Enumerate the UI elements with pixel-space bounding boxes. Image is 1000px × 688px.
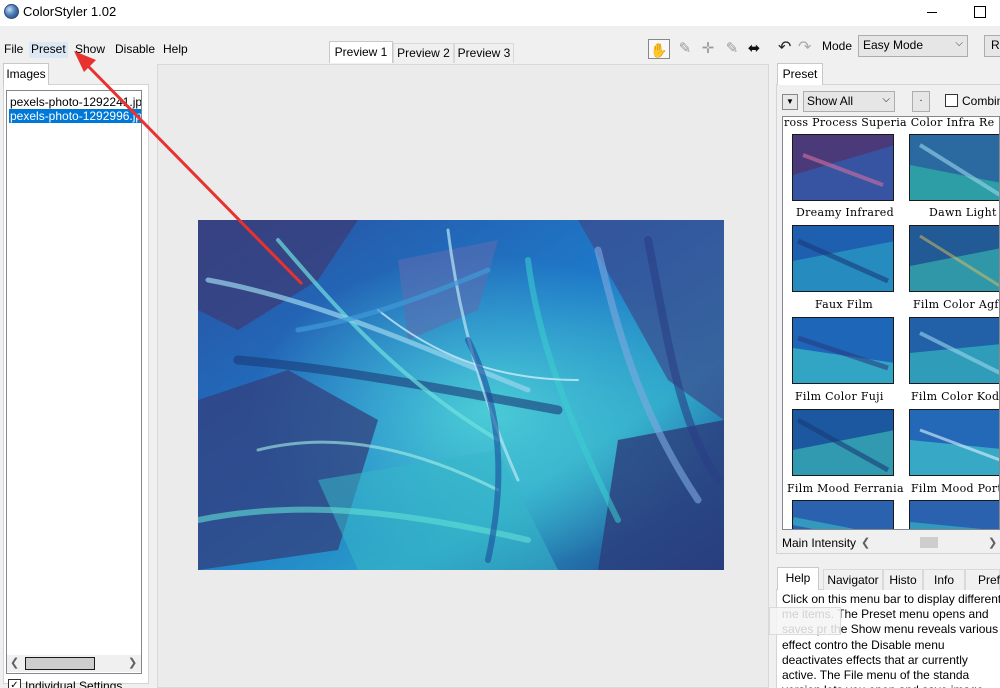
scroll-right-icon[interactable]: ❯ bbox=[988, 535, 997, 551]
tab-preview-3[interactable]: Preview 3 bbox=[454, 43, 514, 63]
preset-name: Film Color Kod bbox=[911, 390, 1000, 403]
preset-name: Film Mood Ferrania bbox=[787, 482, 904, 495]
mode-select[interactable]: Easy Mode ⌵ bbox=[858, 35, 968, 57]
chevron-down-icon: ⌵ bbox=[955, 38, 963, 49]
horizontal-scrollbar[interactable]: ❮ ❯ bbox=[7, 655, 141, 672]
reset-button[interactable]: R bbox=[984, 35, 1000, 57]
preset-filter-select[interactable]: Show All ⌵ bbox=[803, 91, 895, 112]
preset-name: Film Color Fuji bbox=[795, 390, 884, 403]
slider-thumb[interactable] bbox=[920, 537, 938, 548]
tab-preview-2[interactable]: Preview 2 bbox=[393, 43, 454, 63]
scroll-left-icon[interactable]: ❮ bbox=[10, 655, 19, 672]
scrollbar-thumb[interactable] bbox=[25, 657, 95, 670]
tab-navigator[interactable]: Navigator bbox=[823, 569, 883, 590]
menu-preset[interactable]: Preset bbox=[29, 42, 68, 58]
preset-option-button[interactable]: · bbox=[912, 91, 930, 112]
individual-settings-label: Individual Settings bbox=[25, 679, 123, 688]
file-list[interactable]: pexels-photo-1292241.jpg pexels-photo-12… bbox=[6, 90, 142, 674]
tab-images[interactable]: Images bbox=[3, 63, 49, 85]
chevron-down-icon: ⌵ bbox=[882, 94, 890, 105]
preset-name: Dreamy Infrared bbox=[796, 206, 894, 219]
tab-preview-1[interactable]: Preview 1 bbox=[329, 41, 393, 63]
redo-icon[interactable]: ↷ bbox=[798, 37, 811, 57]
preset-thumbnail[interactable] bbox=[909, 317, 999, 384]
individual-settings-checkbox[interactable]: ✓ bbox=[8, 679, 21, 688]
tab-prefs[interactable]: Prefs bbox=[965, 569, 1000, 590]
undo-icon[interactable]: ↶ bbox=[778, 37, 791, 57]
combine-checkbox[interactable] bbox=[945, 94, 958, 107]
preset-partial-row: ross Process Superia Color Infra Re bbox=[784, 116, 995, 129]
combine-label: Combin bbox=[962, 94, 1000, 108]
maximize-button[interactable] bbox=[966, 0, 992, 24]
watermark-overlay bbox=[769, 607, 841, 635]
app-icon bbox=[4, 4, 19, 19]
menu-show[interactable]: Show bbox=[73, 42, 107, 58]
eyedropper-icon[interactable]: ✎ bbox=[674, 39, 696, 59]
main-intensity-slider[interactable]: ❮ ❯ bbox=[858, 535, 1000, 551]
preset-grid[interactable]: ross Process Superia Color Infra Re Drea… bbox=[782, 116, 1000, 530]
crosshair-icon[interactable]: ✛ bbox=[697, 39, 719, 59]
preset-filter-value: Show All bbox=[807, 94, 854, 108]
preset-thumbnail[interactable] bbox=[909, 134, 999, 201]
preset-name: Film Mood Port bbox=[911, 482, 1000, 495]
menu-help[interactable]: Help bbox=[161, 42, 190, 58]
preset-name: Faux Film bbox=[815, 298, 874, 311]
file-item-selected[interactable]: pexels-photo-1292996.jpg bbox=[9, 109, 141, 123]
menu-disable[interactable]: Disable bbox=[113, 42, 157, 58]
preset-thumbnail[interactable] bbox=[792, 134, 894, 201]
move-icon[interactable]: ⬌ bbox=[743, 39, 765, 59]
preset-thumbnail[interactable] bbox=[792, 225, 894, 292]
abstract-paint-image bbox=[198, 220, 724, 570]
preset-thumbnail[interactable] bbox=[792, 409, 894, 476]
hand-tool-icon[interactable]: ✋ bbox=[648, 39, 670, 59]
preset-name: Dawn Light bbox=[929, 206, 997, 219]
file-item[interactable]: pexels-photo-1292241.jpg bbox=[9, 95, 141, 109]
main-intensity-label: Main Intensity bbox=[782, 536, 857, 550]
minimize-button[interactable] bbox=[920, 0, 944, 24]
menu-file[interactable]: File bbox=[2, 42, 25, 58]
preset-thumbnail[interactable] bbox=[909, 500, 999, 529]
preset-menu-button[interactable]: ▼ bbox=[782, 94, 798, 110]
preset-thumbnail[interactable] bbox=[792, 317, 894, 384]
mode-select-value: Easy Mode bbox=[863, 38, 924, 52]
preset-name: Film Color Agf bbox=[913, 298, 999, 311]
preset-thumbnail[interactable] bbox=[909, 409, 999, 476]
window-title: ColorStyler 1.02 bbox=[23, 4, 117, 19]
preset-thumbnail[interactable] bbox=[909, 225, 999, 292]
scroll-left-icon[interactable]: ❮ bbox=[861, 535, 870, 551]
tab-histogram[interactable]: Histo bbox=[883, 569, 923, 590]
preview-image[interactable] bbox=[198, 220, 724, 570]
brush-icon[interactable]: ✎ bbox=[721, 39, 743, 59]
preset-thumbnail[interactable] bbox=[792, 500, 894, 529]
tab-preset[interactable]: Preset bbox=[777, 63, 823, 85]
tab-info[interactable]: Info bbox=[923, 569, 965, 590]
tab-help[interactable]: Help bbox=[777, 567, 819, 590]
scroll-right-icon[interactable]: ❯ bbox=[128, 655, 137, 672]
mode-label: Mode bbox=[822, 39, 853, 53]
title-bar: ColorStyler 1.02 bbox=[0, 0, 1000, 26]
